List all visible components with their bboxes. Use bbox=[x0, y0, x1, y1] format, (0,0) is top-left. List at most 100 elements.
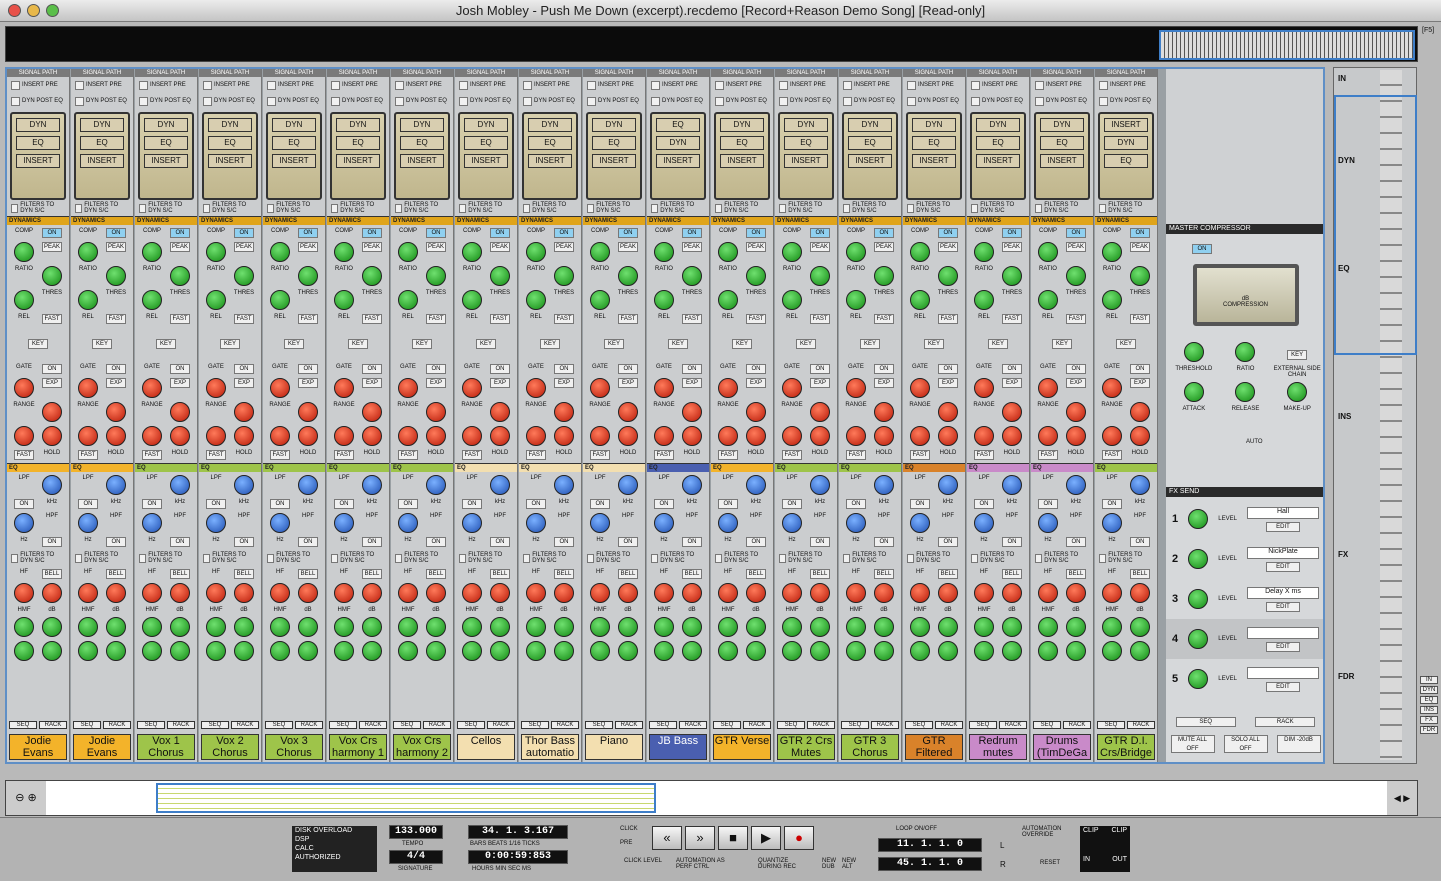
checkbox[interactable] bbox=[1099, 203, 1107, 213]
checkbox[interactable] bbox=[139, 96, 148, 106]
filters-to-dyn-eq-toggle[interactable]: FILTERS TO DYN S/C bbox=[391, 550, 453, 566]
comp-fast-button[interactable]: FAST bbox=[42, 314, 62, 324]
filters-to-dyn-toggle[interactable]: FILTERS TO DYN S/C bbox=[327, 200, 389, 216]
ratio-knob[interactable] bbox=[782, 242, 802, 262]
range-knob[interactable] bbox=[1038, 378, 1058, 398]
ratio-knob[interactable] bbox=[718, 242, 738, 262]
checkbox[interactable] bbox=[587, 553, 595, 563]
send-level-knob[interactable] bbox=[1188, 509, 1209, 529]
send-level-knob[interactable] bbox=[1188, 549, 1209, 569]
checkbox[interactable] bbox=[11, 96, 20, 106]
hpf-knob[interactable] bbox=[1038, 513, 1058, 533]
channel-name[interactable]: Vox 1 Chorus bbox=[137, 734, 195, 760]
gate-fast-button[interactable]: FAST bbox=[462, 450, 482, 460]
checkbox[interactable] bbox=[587, 80, 596, 90]
comp-fast-button[interactable]: FAST bbox=[810, 314, 830, 324]
exp-button[interactable]: EXP bbox=[106, 378, 126, 388]
gate-rel-knob[interactable] bbox=[846, 426, 866, 446]
bell-button[interactable]: BELL bbox=[490, 569, 510, 579]
checkbox[interactable] bbox=[907, 553, 915, 563]
hmf-freq-knob[interactable] bbox=[42, 617, 62, 637]
hf-freq-knob[interactable] bbox=[234, 583, 254, 603]
exp-button[interactable]: EXP bbox=[554, 378, 574, 388]
ratio-knob[interactable] bbox=[462, 242, 482, 262]
checkbox[interactable] bbox=[651, 96, 660, 106]
signature-display[interactable]: 4/4 bbox=[389, 850, 443, 864]
comp-rel-knob[interactable] bbox=[78, 290, 98, 310]
hpf-knob[interactable] bbox=[398, 513, 418, 533]
peak-button[interactable]: PEAK bbox=[810, 242, 830, 252]
key-button[interactable]: KEY bbox=[476, 339, 496, 349]
comp-rel-knob[interactable] bbox=[334, 290, 354, 310]
rack-button[interactable]: RACK bbox=[999, 721, 1027, 729]
checkbox[interactable] bbox=[843, 80, 852, 90]
checkbox[interactable] bbox=[75, 80, 84, 90]
lpf-knob[interactable] bbox=[810, 475, 830, 495]
hpf-knob[interactable] bbox=[910, 513, 930, 533]
seq-button[interactable]: SEQ bbox=[1033, 721, 1061, 729]
dyn-post-eq-toggle[interactable]: DYN POST EQ bbox=[519, 93, 581, 109]
hmf-q-knob[interactable] bbox=[142, 641, 162, 661]
checkbox[interactable] bbox=[971, 553, 979, 563]
hf-gain-knob[interactable] bbox=[206, 583, 226, 603]
gate-rel-knob[interactable] bbox=[654, 426, 674, 446]
hold-knob[interactable] bbox=[874, 426, 894, 446]
channel-name[interactable]: Thor Bass automatio bbox=[521, 734, 579, 760]
gate-thres-knob[interactable] bbox=[1066, 402, 1086, 422]
rewind-button[interactable]: « bbox=[652, 826, 682, 850]
rack-button[interactable]: RACK bbox=[615, 721, 643, 729]
seq-button[interactable]: SEQ bbox=[649, 721, 677, 729]
navigator-overview[interactable] bbox=[1159, 30, 1415, 60]
dyn-post-eq-toggle[interactable]: DYN POST EQ bbox=[199, 93, 261, 109]
exp-button[interactable]: EXP bbox=[874, 378, 894, 388]
lpf-knob[interactable] bbox=[554, 475, 574, 495]
key-button[interactable]: KEY bbox=[604, 339, 624, 349]
lpf-knob[interactable] bbox=[298, 475, 318, 495]
rack-button[interactable]: RACK bbox=[487, 721, 515, 729]
gate-thres-knob[interactable] bbox=[106, 402, 126, 422]
comp-rel-knob[interactable] bbox=[526, 290, 546, 310]
hpf-knob[interactable] bbox=[142, 513, 162, 533]
range-knob[interactable] bbox=[846, 378, 866, 398]
hmf-freq-knob[interactable] bbox=[746, 617, 766, 637]
hmf-q-knob[interactable] bbox=[334, 641, 354, 661]
gate-thres-knob[interactable] bbox=[682, 402, 702, 422]
hf-freq-knob[interactable] bbox=[810, 583, 830, 603]
hf-gain-knob[interactable] bbox=[654, 583, 674, 603]
seq-button[interactable]: SEQ bbox=[329, 721, 357, 729]
channel-name[interactable]: Vox Crs harmony 2 bbox=[393, 734, 451, 760]
seq-button[interactable]: SEQ bbox=[137, 721, 165, 729]
gate-rel-knob[interactable] bbox=[142, 426, 162, 446]
rack-button[interactable]: RACK bbox=[167, 721, 195, 729]
peak-button[interactable]: PEAK bbox=[1002, 242, 1022, 252]
checkbox[interactable] bbox=[779, 203, 787, 213]
hmf-q-knob[interactable] bbox=[526, 641, 546, 661]
comp-thres-knob[interactable] bbox=[938, 266, 958, 286]
key-button[interactable]: KEY bbox=[1116, 339, 1136, 349]
toggle-fdr[interactable]: FDR bbox=[1420, 726, 1438, 734]
hpf-on-button[interactable]: ON bbox=[810, 537, 830, 547]
exp-button[interactable]: EXP bbox=[810, 378, 830, 388]
gate-thres-knob[interactable] bbox=[554, 402, 574, 422]
ratio-knob[interactable] bbox=[206, 242, 226, 262]
gate-rel-knob[interactable] bbox=[334, 426, 354, 446]
checkbox[interactable] bbox=[139, 80, 148, 90]
lpf-knob[interactable] bbox=[426, 475, 446, 495]
filters-to-dyn-eq-toggle[interactable]: FILTERS TO DYN S/C bbox=[647, 550, 709, 566]
checkbox[interactable] bbox=[11, 553, 19, 563]
hf-gain-knob[interactable] bbox=[142, 583, 162, 603]
hf-freq-knob[interactable] bbox=[682, 583, 702, 603]
hf-gain-knob[interactable] bbox=[1102, 583, 1122, 603]
comp-on-button[interactable]: ON bbox=[170, 228, 190, 238]
filters-to-dyn-toggle[interactable]: FILTERS TO DYN S/C bbox=[71, 200, 133, 216]
ratio-knob[interactable] bbox=[526, 242, 546, 262]
hpf-on-button[interactable]: ON bbox=[106, 537, 126, 547]
lmf-knob[interactable] bbox=[170, 641, 190, 661]
bell-button[interactable]: BELL bbox=[874, 569, 894, 579]
lmf-knob[interactable] bbox=[810, 641, 830, 661]
peak-button[interactable]: PEAK bbox=[298, 242, 318, 252]
comp-rel-knob[interactable] bbox=[590, 290, 610, 310]
gate-on-button[interactable]: ON bbox=[554, 364, 574, 374]
hmf-freq-knob[interactable] bbox=[1130, 617, 1150, 637]
range-knob[interactable] bbox=[974, 378, 994, 398]
